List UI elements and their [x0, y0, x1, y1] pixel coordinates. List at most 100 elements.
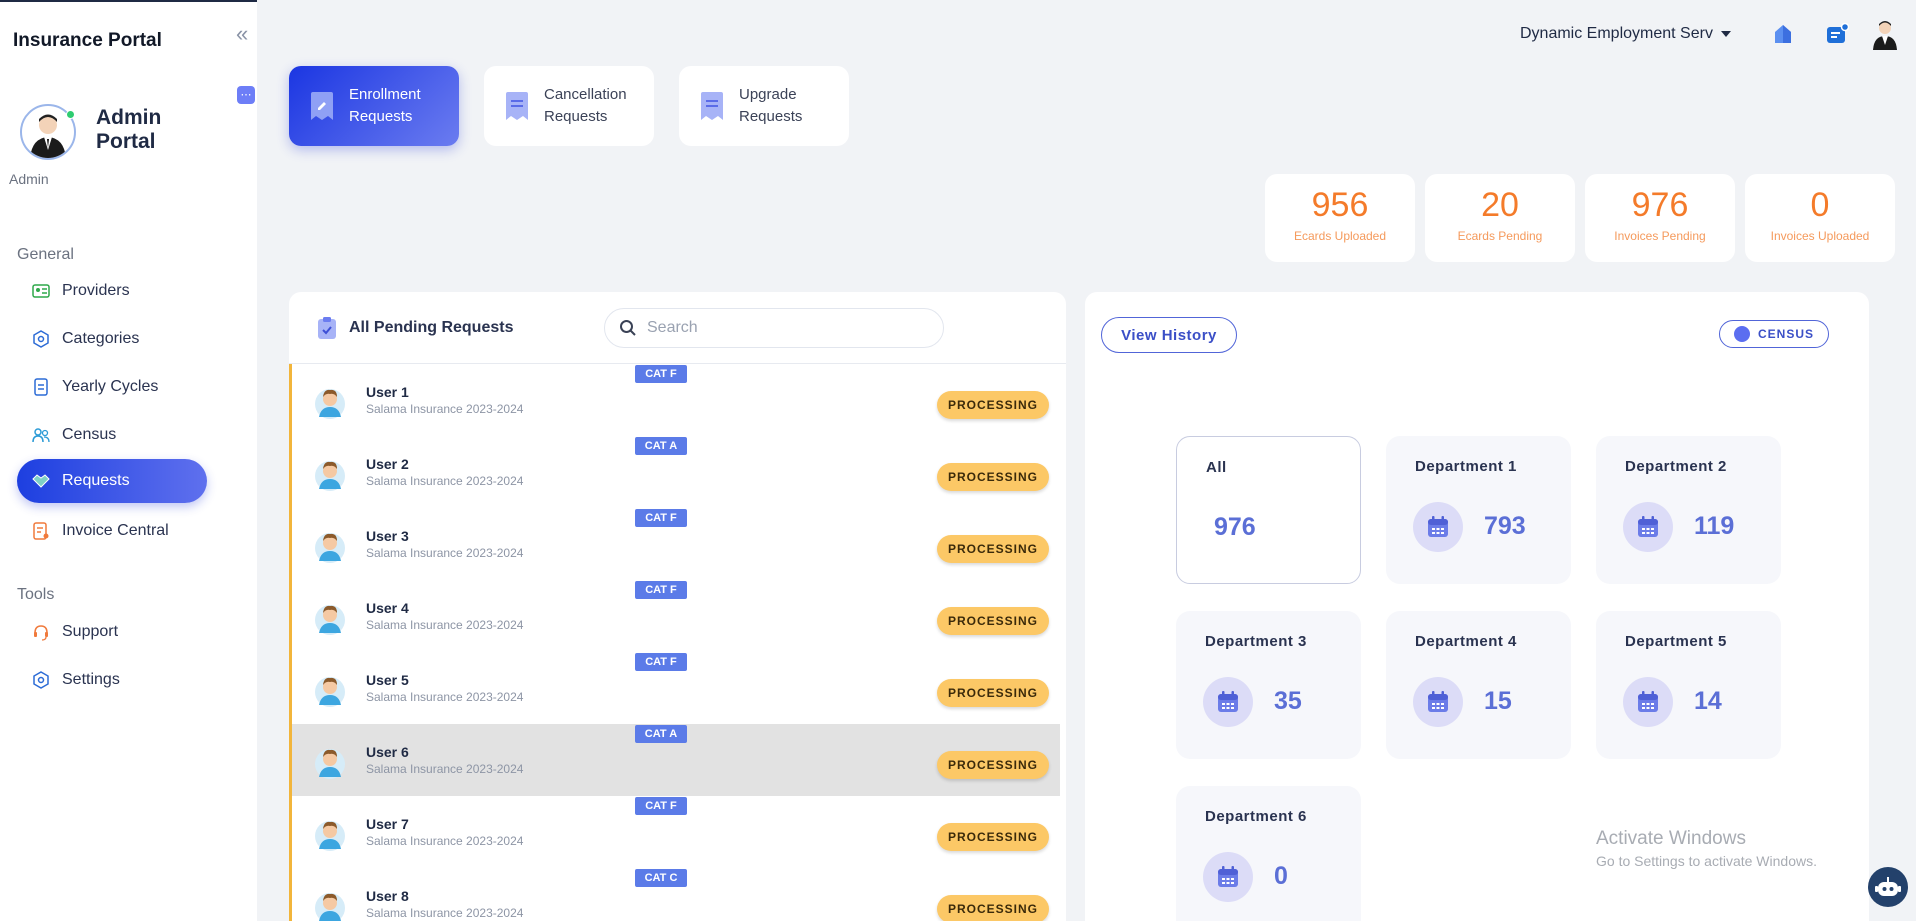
request-policy: Salama Insurance 2023-2024: [366, 834, 524, 848]
notification-icon[interactable]: [1825, 22, 1850, 46]
department-card[interactable]: Department 3 35: [1176, 611, 1361, 759]
sidebar-item-yearly-cycles[interactable]: Yearly Cycles: [17, 365, 207, 409]
request-row[interactable]: User 2 Salama Insurance 2023-2024 CAT A PRO…: [289, 436, 1060, 508]
request-user-name: User 3: [366, 528, 409, 544]
category-badge: CAT A: [635, 725, 687, 743]
department-card-all[interactable]: All 976: [1176, 436, 1361, 584]
request-row[interactable]: User 7 Salama Insurance 2023-2024 CAT F PRO…: [289, 796, 1060, 868]
category-badge: CAT F: [635, 509, 687, 527]
section-general: General: [17, 246, 74, 263]
department-card[interactable]: Department 6 0: [1176, 786, 1361, 921]
user-avatar-icon: [314, 384, 346, 420]
sidebar-item-label: Invoice Central: [62, 522, 169, 539]
search-input[interactable]: [647, 319, 927, 337]
status-badge[interactable]: PROCESSING: [937, 895, 1049, 921]
stat-value: 956: [1311, 186, 1369, 224]
sidebar-item-census[interactable]: Census: [17, 413, 207, 457]
user-avatar-icon: [314, 888, 346, 921]
company-name: Dynamic Employment Serv: [1520, 25, 1713, 42]
status-badge[interactable]: PROCESSING: [937, 679, 1049, 707]
tab-label: Upgrade Requests: [739, 86, 803, 125]
sidebar-item-support[interactable]: Support: [17, 610, 207, 654]
status-badge[interactable]: PROCESSING: [937, 463, 1049, 491]
request-row[interactable]: User 1 Salama Insurance 2023-2024 CAT F PRO…: [289, 364, 1060, 436]
request-user-name: User 2: [366, 456, 409, 472]
tab-label: Enrollment Requests: [349, 86, 421, 125]
department-name: Department 3: [1205, 633, 1307, 650]
status-badge[interactable]: PROCESSING: [937, 391, 1049, 419]
request-user-name: User 7: [366, 816, 409, 832]
calendar-icon: [1413, 502, 1463, 552]
department-card[interactable]: Department 5 14: [1596, 611, 1781, 759]
sidebar-item-requests[interactable]: Requests: [17, 459, 207, 503]
calendar-icon: [1203, 677, 1253, 727]
status-badge[interactable]: PROCESSING: [937, 607, 1049, 635]
user-avatar-icon: [314, 816, 346, 852]
invoice-icon: [32, 522, 50, 540]
windows-activation-watermark: Activate Windows Go to Settings to activ…: [1596, 828, 1817, 869]
tab-cancellation-requests[interactable]: Cancellation Requests: [484, 66, 654, 146]
user-avatar-icon: [314, 600, 346, 636]
sidebar-item-categories[interactable]: Categories: [17, 317, 207, 361]
stat-label: Ecards Pending: [1457, 229, 1543, 243]
search-box: [604, 308, 944, 348]
department-name: Department 2: [1625, 458, 1727, 475]
user-avatar-icon: [314, 528, 346, 564]
stat-value: 0: [1810, 186, 1830, 224]
status-badge[interactable]: PROCESSING: [937, 751, 1049, 779]
census-button[interactable]: CENSUS: [1719, 320, 1829, 348]
request-policy: Salama Insurance 2023-2024: [366, 402, 524, 416]
category-badge: CAT A: [635, 437, 687, 455]
status-badge[interactable]: PROCESSING: [937, 535, 1049, 563]
category-badge: CAT C: [635, 869, 687, 887]
tab-upgrade-requests[interactable]: Upgrade Requests: [679, 66, 849, 146]
stat-ecards-pending: 20 Ecards Pending: [1425, 174, 1575, 262]
department-count: 15: [1484, 687, 1512, 715]
sidebar-item-label: Requests: [62, 472, 130, 489]
request-user-name: User 1: [366, 384, 409, 400]
request-row[interactable]: User 8 Salama Insurance 2023-2024 CAT C PRO…: [289, 868, 1060, 921]
chatbot-icon[interactable]: [1868, 867, 1908, 907]
status-badge[interactable]: PROCESSING: [937, 823, 1049, 851]
sidebar-item-invoice-central[interactable]: Invoice Central: [17, 509, 207, 553]
stat-invoices-pending: 976 Invoices Pending: [1585, 174, 1735, 262]
theme-toggle-icon[interactable]: ⋯: [237, 86, 255, 104]
sidebar-item-providers[interactable]: Providers: [17, 269, 207, 313]
department-count: 976: [1214, 513, 1256, 541]
sidebar-item-label: Providers: [62, 282, 130, 299]
request-list: User 1 Salama Insurance 2023-2024 CAT F PRO…: [289, 364, 1060, 921]
tab-enrollment-requests[interactable]: Enrollment Requests: [289, 66, 459, 146]
sidebar-item-label: Settings: [62, 671, 120, 688]
upgrade-icon: [701, 92, 723, 120]
collapse-sidebar-icon[interactable]: «: [236, 23, 248, 45]
department-card[interactable]: Department 4 15: [1386, 611, 1571, 759]
company-select[interactable]: Dynamic Employment Serv: [1520, 25, 1731, 43]
headset-icon: [32, 623, 50, 641]
home-icon[interactable]: [1771, 22, 1795, 46]
view-history-button[interactable]: View History: [1101, 317, 1237, 353]
sidebar-item-settings[interactable]: Settings: [17, 658, 207, 702]
request-row[interactable]: User 4 Salama Insurance 2023-2024 CAT F PRO…: [289, 580, 1060, 652]
user-avatar-icon[interactable]: [1870, 18, 1900, 50]
pending-requests-header: All Pending Requests: [289, 292, 1066, 364]
user-avatar-icon: [314, 672, 346, 708]
department-count: 119: [1694, 512, 1735, 540]
request-row[interactable]: User 5 Salama Insurance 2023-2024 CAT F PRO…: [289, 652, 1060, 724]
id-card-icon: [32, 282, 50, 300]
request-row[interactable]: User 3 Salama Insurance 2023-2024 CAT F PRO…: [289, 508, 1060, 580]
clipboard-icon: [318, 317, 336, 339]
departments-panel: View History CENSUS All 976 Department 1 79…: [1085, 292, 1869, 921]
sidebar: Insurance Portal « ⋯ Admin Portal Admin …: [0, 0, 257, 921]
request-policy: Salama Insurance 2023-2024: [366, 906, 524, 920]
department-name: All: [1206, 459, 1227, 476]
calendar-icon: [1203, 852, 1253, 902]
users-icon: [32, 426, 50, 444]
cancellation-icon: [506, 92, 528, 120]
request-row[interactable]: User 6 Salama Insurance 2023-2024 CAT A PRO…: [289, 724, 1060, 796]
pending-requests-panel: All Pending Requests User 1 Salama Insura…: [289, 292, 1066, 921]
department-card[interactable]: Department 1 793: [1386, 436, 1571, 584]
sidebar-item-label: Categories: [62, 330, 140, 347]
department-card[interactable]: Department 2 119: [1596, 436, 1781, 584]
tab-label: Cancellation Requests: [544, 86, 627, 125]
user-avatar-icon: [314, 744, 346, 780]
